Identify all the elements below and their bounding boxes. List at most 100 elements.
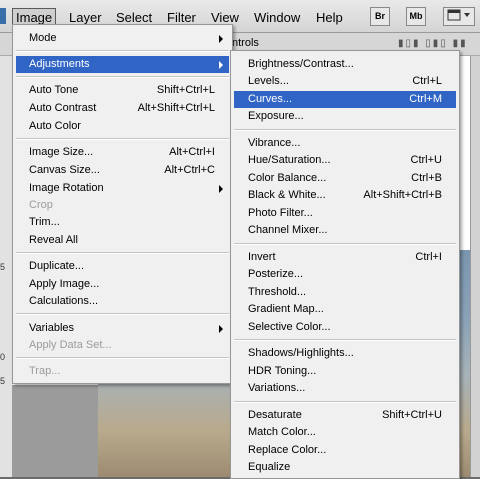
menu-item-label: Levels... <box>248 75 289 87</box>
menu-item-black-white[interactable]: Black & White... Alt+Shift+Ctrl+B <box>234 187 456 204</box>
menu-item-exposure[interactable]: Exposure... <box>234 108 456 125</box>
menu-window[interactable]: Window <box>251 9 303 26</box>
image-menu: Mode Adjustments Auto Tone Shift+Ctrl+L A… <box>12 24 233 384</box>
menu-item-label: Black & White... <box>248 189 326 201</box>
menu-item-label: Replace Color... <box>248 444 327 456</box>
menu-item-shortcut: Ctrl+L <box>412 75 442 87</box>
submenu-arrow-icon <box>219 325 223 333</box>
menu-separator <box>234 401 456 403</box>
align-icons[interactable]: ▮▯▮ ▯▮▯ ▮▮ <box>398 38 468 49</box>
menu-item-label: Shadows/Highlights... <box>248 347 354 359</box>
menu-item-label: Color Balance... <box>248 172 327 184</box>
adjustments-submenu: Brightness/Contrast... Levels... Ctrl+L C… <box>230 50 460 479</box>
menu-item-label: Image Size... <box>29 146 94 158</box>
menu-item-calculations[interactable]: Calculations... <box>16 293 229 310</box>
menu-item-apply-image[interactable]: Apply Image... <box>16 276 229 293</box>
menu-item-label: Desaturate <box>248 409 302 421</box>
menu-item-levels[interactable]: Levels... Ctrl+L <box>234 73 456 90</box>
menu-separator <box>16 252 229 254</box>
menu-item-label: Apply Data Set... <box>29 339 112 351</box>
menu-item-label: Auto Tone <box>29 84 79 96</box>
menu-item-image-rotation[interactable]: Image Rotation <box>16 180 229 197</box>
screen-mode-icon <box>447 9 470 21</box>
menu-item-vibrance[interactable]: Vibrance... <box>234 135 456 152</box>
menu-item-duplicate[interactable]: Duplicate... <box>16 258 229 275</box>
mini-bridge-button[interactable]: Mb <box>406 7 426 26</box>
menu-item-label: Crop <box>29 199 53 211</box>
menu-item-match-color[interactable]: Match Color... <box>234 424 456 441</box>
menu-item-posterize[interactable]: Posterize... <box>234 266 456 283</box>
menu-item-label: Auto Color <box>29 120 81 132</box>
menu-item-label: Equalize <box>248 461 291 473</box>
menu-separator <box>16 357 229 359</box>
menu-item-label: Posterize... <box>248 268 304 280</box>
menu-item-label: Invert <box>248 251 276 263</box>
menu-item-threshold[interactable]: Threshold... <box>234 284 456 301</box>
menu-item-brightness-contrast[interactable]: Brightness/Contrast... <box>234 56 456 73</box>
menu-item-label: Variations... <box>248 382 306 394</box>
menu-help[interactable]: Help <box>313 9 346 26</box>
menu-item-label: Curves... <box>248 93 293 105</box>
menu-item-variables[interactable]: Variables <box>16 320 229 337</box>
menu-item-apply-data-set: Apply Data Set... <box>16 337 229 354</box>
menu-item-desaturate[interactable]: Desaturate Shift+Ctrl+U <box>234 407 456 424</box>
menu-item-auto-tone[interactable]: Auto Tone Shift+Ctrl+L <box>16 82 229 99</box>
menu-item-reveal-all[interactable]: Reveal All <box>16 232 229 249</box>
menu-item-label: Trim... <box>29 216 60 228</box>
menu-item-label: Duplicate... <box>29 260 85 272</box>
menu-item-shortcut: Alt+Shift+Ctrl+B <box>363 189 442 201</box>
menu-item-mode[interactable]: Mode <box>16 30 229 47</box>
menu-item-curves[interactable]: Curves... Ctrl+M <box>234 91 456 108</box>
submenu-arrow-icon <box>219 185 223 193</box>
menu-item-label: Selective Color... <box>248 321 331 333</box>
menu-item-auto-contrast[interactable]: Auto Contrast Alt+Shift+Ctrl+L <box>16 100 229 117</box>
menu-item-label: Threshold... <box>248 286 307 298</box>
menu-item-crop: Crop <box>16 197 229 214</box>
menu-item-adjustments[interactable]: Adjustments <box>16 56 229 73</box>
submenu-arrow-icon <box>219 61 223 69</box>
menu-item-equalize[interactable]: Equalize <box>234 459 456 476</box>
menu-item-gradient-map[interactable]: Gradient Map... <box>234 301 456 318</box>
menu-item-channel-mixer[interactable]: Channel Mixer... <box>234 222 456 239</box>
menu-item-canvas-size[interactable]: Canvas Size... Alt+Ctrl+C <box>16 162 229 179</box>
ruler-mark: 0 <box>0 352 6 362</box>
menu-item-auto-color[interactable]: Auto Color <box>16 118 229 135</box>
menu-item-shortcut: Alt+Ctrl+I <box>169 146 215 158</box>
menu-item-label: Trap... <box>29 365 61 377</box>
vertical-scrollbar[interactable] <box>470 56 480 477</box>
menu-item-label: HDR Toning... <box>248 365 317 377</box>
ruler-mark: 5 <box>0 376 6 386</box>
menu-item-variations[interactable]: Variations... <box>234 380 456 397</box>
menu-item-label: Adjustments <box>29 58 90 70</box>
pasteboard <box>12 385 98 477</box>
menu-item-shadows-highlights[interactable]: Shadows/Highlights... <box>234 345 456 362</box>
menu-item-label: Exposure... <box>248 110 304 122</box>
menu-item-shortcut: Shift+Ctrl+L <box>156 84 215 96</box>
ruler: 5 0 5 <box>0 262 12 386</box>
menu-item-image-size[interactable]: Image Size... Alt+Ctrl+I <box>16 144 229 161</box>
menu-item-shortcut: Ctrl+M <box>409 93 442 105</box>
menu-item-label: Channel Mixer... <box>248 224 328 236</box>
submenu-arrow-icon <box>219 35 223 43</box>
bridge-button[interactable]: Br <box>370 7 390 26</box>
menu-separator <box>234 339 456 341</box>
menu-item-label: Vibrance... <box>248 137 301 149</box>
menu-item-replace-color[interactable]: Replace Color... <box>234 442 456 459</box>
menu-item-shortcut: Ctrl+I <box>415 251 442 263</box>
menu-item-trim[interactable]: Trim... <box>16 214 229 231</box>
menu-item-hue-saturation[interactable]: Hue/Saturation... Ctrl+U <box>234 152 456 169</box>
menu-item-shortcut: Shift+Ctrl+U <box>382 409 442 421</box>
menu-item-color-balance[interactable]: Color Balance... Ctrl+B <box>234 170 456 187</box>
menu-separator <box>234 129 456 131</box>
menu-item-selective-color[interactable]: Selective Color... <box>234 319 456 336</box>
menu-item-label: Apply Image... <box>29 278 100 290</box>
screen-mode-button[interactable] <box>443 7 475 26</box>
menu-item-invert[interactable]: Invert Ctrl+I <box>234 249 456 266</box>
menu-item-photo-filter[interactable]: Photo Filter... <box>234 205 456 222</box>
menu-item-label: Hue/Saturation... <box>248 154 331 166</box>
menu-item-label: Match Color... <box>248 426 316 438</box>
menu-item-label: Canvas Size... <box>29 164 100 176</box>
menu-separator <box>16 138 229 140</box>
menu-item-hdr-toning[interactable]: HDR Toning... <box>234 363 456 380</box>
menu-separator <box>234 243 456 245</box>
